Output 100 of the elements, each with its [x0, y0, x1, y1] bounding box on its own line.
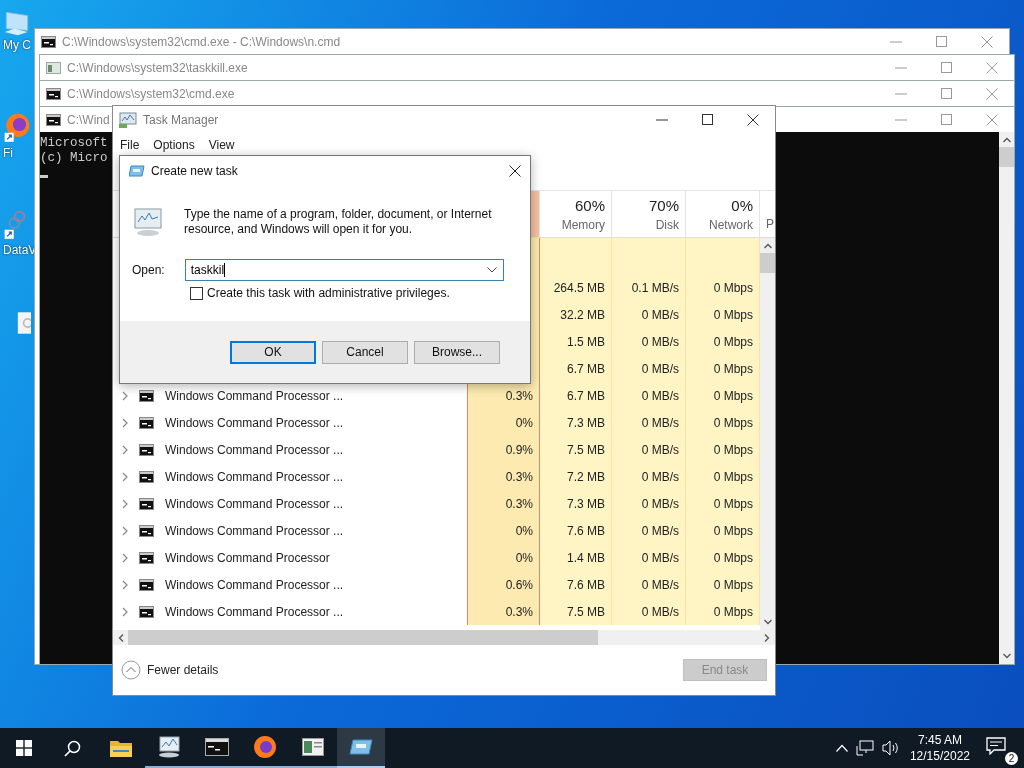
console-icon — [46, 87, 61, 100]
console-line: Microsoft — [40, 136, 108, 151]
clock-date[interactable]: 12/15/2022 — [909, 748, 970, 764]
table-cell: 0.3% — [467, 382, 540, 409]
scroll-down-icon[interactable] — [1002, 653, 1011, 659]
process-name[interactable]: Windows Command Processor ... — [165, 604, 344, 619]
close-icon[interactable] — [509, 164, 521, 177]
table-cell: 0 Mbps — [686, 382, 760, 409]
table-cell: 0.6% — [467, 571, 540, 598]
collapse-icon[interactable] — [121, 660, 141, 680]
process-name[interactable]: Windows Command Processor ... — [165, 415, 344, 430]
scrollbar[interactable] — [760, 238, 775, 630]
process-name[interactable]: Windows Command Processor ... — [165, 523, 344, 538]
menu-item[interactable]: Options — [153, 137, 195, 152]
table-cell: 0 MB/s — [612, 409, 686, 436]
window-title: C:\Windows\system32\taskkill.exe — [67, 60, 248, 75]
run-icon — [349, 739, 373, 755]
console-icon — [41, 35, 56, 48]
dropdown-caret-icon[interactable] — [486, 267, 497, 273]
column-header[interactable]: P — [760, 191, 775, 237]
window-title: C:\Windows\system32\cmd.exe - C:\Windows\n.cmd — [62, 34, 341, 49]
folder-icon — [110, 739, 132, 757]
console-icon — [139, 497, 154, 510]
process-name[interactable]: Windows Command Processor ... — [165, 388, 344, 403]
search-icon[interactable] — [64, 739, 81, 757]
table-cell: 0 Mbps — [686, 544, 760, 571]
console-icon — [139, 416, 154, 429]
horizontal-scrollbar[interactable] — [113, 630, 775, 645]
scroll-up-icon[interactable] — [763, 243, 772, 249]
process-name[interactable]: Windows Command Processor ... — [165, 496, 344, 511]
scroll-down-icon[interactable] — [763, 619, 772, 625]
menu-item[interactable]: File — [120, 137, 140, 152]
open-combobox[interactable]: taskkil — [184, 259, 504, 281]
process-name[interactable]: Windows Command Processor — [165, 550, 330, 565]
console-icon — [139, 470, 154, 483]
expand-chevron-icon[interactable] — [122, 579, 128, 590]
expand-chevron-icon[interactable] — [122, 525, 128, 536]
scrollbar-thumb[interactable] — [760, 253, 775, 273]
scrollbar-thumb[interactable] — [128, 630, 598, 645]
network-icon[interactable] — [855, 740, 874, 756]
column-header[interactable]: 60% Memory — [540, 191, 612, 237]
scroll-right-icon[interactable] — [764, 633, 770, 642]
chevron-up-icon[interactable] — [835, 744, 848, 752]
table-cell: 0.3% — [467, 598, 540, 625]
scrollbar-thumb[interactable] — [999, 147, 1014, 167]
column-label: Memory — [561, 217, 605, 232]
dialog-button[interactable]: OK — [230, 340, 316, 364]
fewer-details-link[interactable]: Fewer details — [147, 663, 219, 677]
console-icon — [139, 389, 154, 402]
process-name[interactable]: Windows Command Processor ... — [165, 577, 344, 592]
table-cell: 6.7 MB — [540, 355, 612, 382]
scroll-left-icon[interactable] — [118, 633, 124, 642]
scroll-up-icon[interactable] — [1002, 137, 1011, 143]
expand-chevron-icon[interactable] — [122, 417, 128, 428]
dialog-message: Type the name of a program, folder, document, or Internet resource, and Windows will open it for you. — [184, 207, 493, 237]
table-cell: 0 MB/s — [612, 544, 686, 571]
expand-chevron-icon[interactable] — [122, 606, 128, 617]
table-cell: 0 Mbps — [686, 598, 760, 625]
console-icon — [139, 578, 154, 591]
taskbar-button[interactable] — [337, 728, 385, 768]
table-cell: 0 MB/s — [612, 598, 686, 625]
column-header[interactable]: 70% Disk — [612, 191, 686, 237]
expand-chevron-icon[interactable] — [122, 444, 128, 455]
notification-icon[interactable] — [986, 737, 1006, 755]
checkbox[interactable] — [190, 286, 203, 300]
dialog-button[interactable]: Browse... — [414, 340, 500, 364]
table-cell: 7.5 MB — [540, 598, 612, 625]
expand-chevron-icon[interactable] — [122, 498, 128, 509]
maximize-icon[interactable] — [702, 114, 713, 125]
start-icon[interactable] — [16, 740, 32, 756]
console-icon — [139, 605, 154, 618]
task-manager-icon — [119, 111, 137, 128]
speaker-icon[interactable] — [881, 740, 900, 756]
table-cell: 1.4 MB — [540, 544, 612, 571]
console-icon — [139, 524, 154, 537]
process-name[interactable]: Windows Command Processor ... — [165, 469, 344, 484]
run-icon — [129, 164, 145, 177]
close-icon[interactable] — [747, 113, 759, 126]
expand-chevron-icon[interactable] — [122, 390, 128, 401]
column-percent: 0% — [731, 196, 753, 214]
column-header[interactable]: 0% Network — [686, 191, 760, 237]
menu-item[interactable]: View — [208, 137, 235, 152]
table-cell: 0 Mbps — [686, 409, 760, 436]
window-icon — [302, 738, 324, 756]
dialog-button[interactable]: Cancel — [322, 340, 408, 364]
scrollbar[interactable] — [999, 132, 1014, 664]
notification-count: 2 — [1005, 752, 1018, 765]
console-icon — [46, 113, 61, 126]
expand-chevron-icon[interactable] — [122, 552, 128, 563]
console-icon — [205, 738, 229, 756]
table-cell: 264.5 MB — [540, 274, 612, 301]
expand-chevron-icon[interactable] — [122, 471, 128, 482]
process-name[interactable]: Windows Command Processor ... — [165, 442, 344, 457]
table-cell: 0 MB/s — [612, 382, 686, 409]
table-cell: 6.7 MB — [540, 382, 612, 409]
checkbox-label[interactable]: Create this task with administrative privileges. — [207, 286, 450, 300]
clock-time[interactable]: 7:45 AM — [917, 732, 962, 748]
table-cell: 7.6 MB — [540, 517, 612, 544]
table-cell: 1.5 MB — [540, 328, 612, 355]
table-cell: 7.2 MB — [540, 463, 612, 490]
